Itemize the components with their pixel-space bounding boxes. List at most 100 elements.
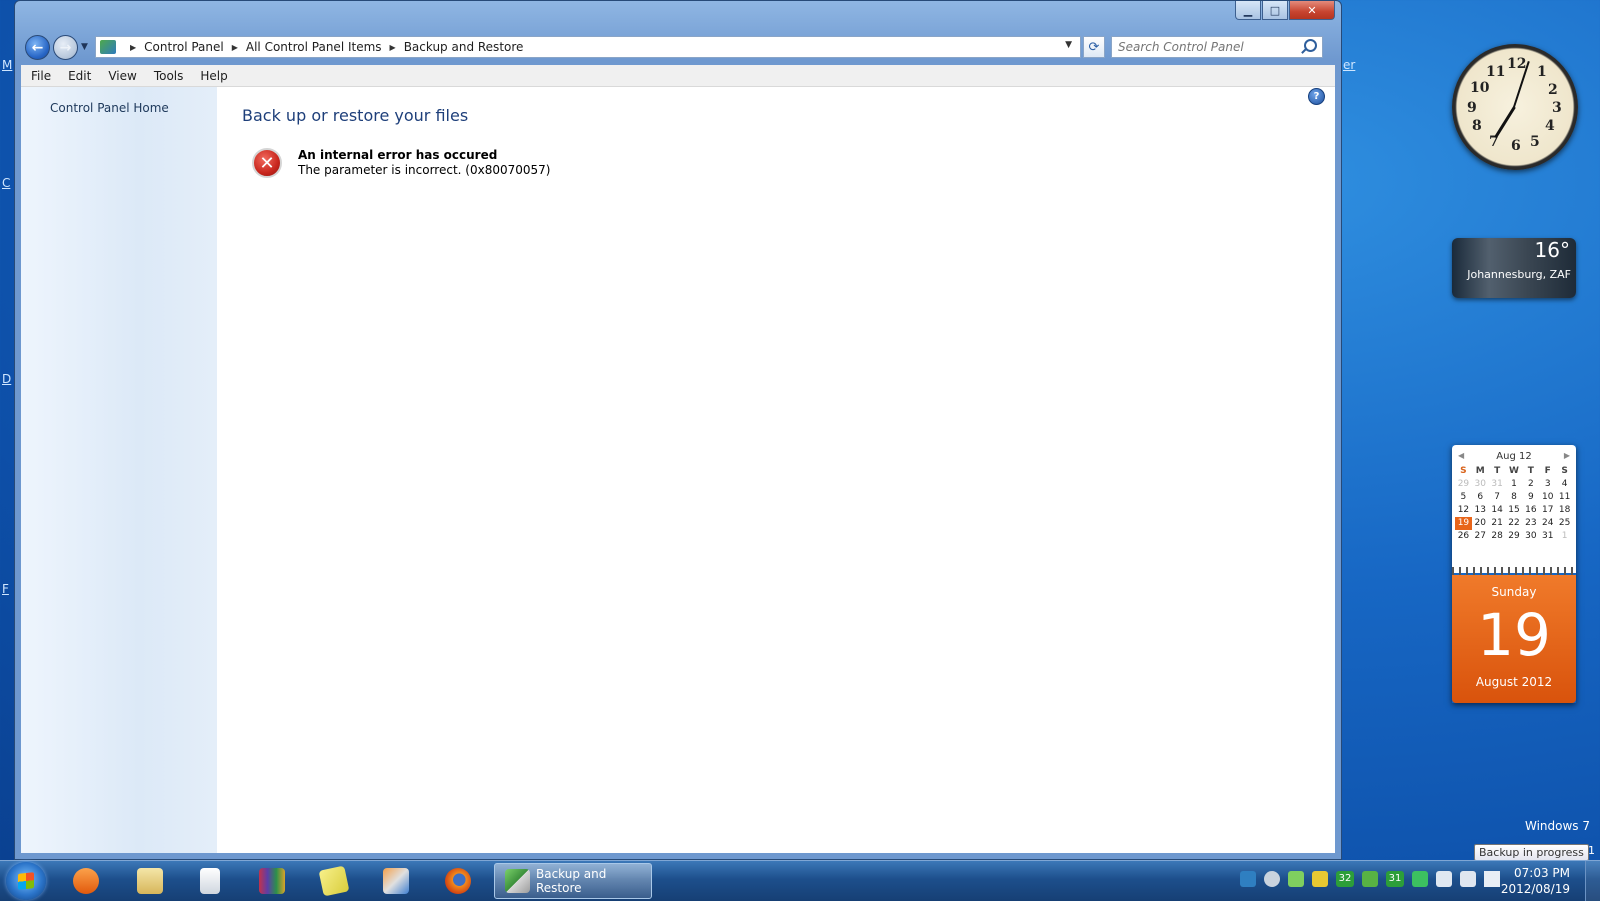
backup-tray-icon[interactable] [1288, 871, 1304, 887]
calendar-grid: S M T W T F S 29 30 31 1 2 3 4 5 6 7 8 9 10 11 12 13 14 15 16 17 18… [1455, 465, 1573, 543]
search-input[interactable] [1112, 37, 1304, 57]
media-player-icon [73, 868, 99, 894]
calendar-day-cell[interactable]: 18 [1556, 504, 1573, 517]
calendar-day-cell[interactable]: 16 [1522, 504, 1539, 517]
calendar-gadget[interactable]: ◀ Aug 12 ▶ S M T W T F S 29 30 31 1 2 3 4 5 6 7 8 9 10 11 12 1… [1452, 445, 1576, 703]
calendar-day-cell[interactable]: 29 [1455, 478, 1472, 491]
show-desktop-button[interactable] [1585, 861, 1600, 901]
calendar-next-icon[interactable]: ▶ [1564, 451, 1570, 460]
calendar-day-cell[interactable]: 15 [1506, 504, 1523, 517]
calendar-day-cell[interactable]: 12 [1455, 504, 1472, 517]
weather-gadget[interactable]: 16° Johannesburg, ZAF [1452, 238, 1576, 298]
disc-tray-icon[interactable] [1264, 871, 1280, 887]
desktop-icon-fragment[interactable]: F [2, 582, 9, 596]
calendar-day-cell[interactable]: 11 [1556, 491, 1573, 504]
breadcrumb-backup-restore[interactable]: Backup and Restore [404, 40, 524, 54]
search-icon[interactable] [1304, 39, 1317, 52]
network-tray-icon[interactable] [1240, 871, 1256, 887]
desktop-icon-fragment[interactable]: er [1343, 58, 1355, 72]
breadcrumb-separator-icon[interactable]: ▶ [390, 43, 396, 52]
menu-view[interactable]: View [108, 69, 136, 83]
taskbar-explorer[interactable] [126, 864, 174, 898]
taskbar-sticky-notes[interactable] [310, 864, 358, 898]
calendar-day-cell[interactable]: 21 [1489, 517, 1506, 530]
calendar-day-number: 19 [1477, 601, 1551, 669]
calendar-day-cell[interactable]: 4 [1556, 478, 1573, 491]
calendar-day-cell[interactable]: 23 [1522, 517, 1539, 530]
calendar-day-cell[interactable]: 6 [1472, 491, 1489, 504]
calendar-day-cell[interactable]: 9 [1522, 491, 1539, 504]
desktop-icon-fragment[interactable]: C [2, 176, 10, 190]
desktop-icon-fragment[interactable]: D [2, 372, 11, 386]
calendar-day-cell[interactable]: 24 [1539, 517, 1556, 530]
calendar-day-cell[interactable]: 1 [1556, 530, 1573, 543]
security-tray-icon[interactable] [1312, 871, 1328, 887]
back-button[interactable]: ← [25, 35, 50, 60]
help-icon[interactable]: ? [1308, 88, 1325, 105]
address-dropdown-icon[interactable]: ▼ [1065, 40, 1072, 50]
calendar-day-cell[interactable]: 8 [1506, 491, 1523, 504]
calendar-day-cell[interactable]: 2 [1522, 478, 1539, 491]
breadcrumb-all-items[interactable]: All Control Panel Items [246, 40, 382, 54]
calendar-day-cell[interactable]: 19 [1455, 517, 1472, 530]
taskbar-clock[interactable]: 07:03 PM 2012/08/19 [1501, 865, 1570, 897]
calendar-day-cell[interactable]: 30 [1522, 530, 1539, 543]
calendar-day-cell[interactable]: 31 [1539, 530, 1556, 543]
monitor-tray-icon[interactable] [1436, 871, 1452, 887]
clock-number: 11 [1486, 64, 1506, 80]
calendar-day-cell[interactable]: 22 [1506, 517, 1523, 530]
calendar-day-cell[interactable]: 28 [1489, 530, 1506, 543]
clock-hour-hand [1494, 106, 1516, 139]
calendar-day-cell[interactable]: 30 [1472, 478, 1489, 491]
taskbar-solitaire[interactable] [186, 864, 234, 898]
clock-gadget[interactable]: 12 1 2 3 4 5 6 7 8 9 10 11 [1452, 44, 1578, 170]
calendar-day-cell[interactable]: 25 [1556, 517, 1573, 530]
calendar-day-cell[interactable]: 20 [1472, 517, 1489, 530]
maximize-button[interactable]: □ [1262, 1, 1288, 20]
search-box[interactable] [1111, 36, 1323, 58]
calendar-day-cell[interactable]: 3 [1539, 478, 1556, 491]
taskbar-backup-restore[interactable]: Backup and Restore [494, 863, 652, 899]
minimize-button[interactable]: ▁ [1235, 1, 1261, 20]
breadcrumb-separator-icon[interactable]: ▶ [130, 43, 136, 52]
volume-icon[interactable] [1484, 871, 1500, 887]
menu-tools[interactable]: Tools [154, 69, 184, 83]
calendar-day-cell[interactable]: 13 [1472, 504, 1489, 517]
sync-tray-icon[interactable] [1362, 871, 1378, 887]
calendar-day-cell[interactable]: 5 [1455, 491, 1472, 504]
close-button[interactable]: ✕ [1289, 1, 1335, 20]
desktop-icon-fragment[interactable]: M [2, 58, 12, 72]
taskbar-firefox[interactable] [434, 864, 482, 898]
menu-file[interactable]: File [31, 69, 51, 83]
backup-restore-icon [505, 869, 530, 893]
tray-number-icon[interactable]: 32 [1336, 871, 1354, 887]
control-panel-home-link[interactable]: Control Panel Home [50, 101, 169, 115]
back-arrow-icon: ← [31, 39, 44, 56]
menu-help[interactable]: Help [200, 69, 227, 83]
calendar-day-cell[interactable]: 7 [1489, 491, 1506, 504]
calendar-day-cell[interactable]: 1 [1506, 478, 1523, 491]
taskbar-paint[interactable] [372, 864, 420, 898]
recent-pages-dropdown-icon[interactable]: ▼ [81, 42, 88, 52]
forward-button[interactable]: → [53, 35, 78, 60]
breadcrumb-control-panel[interactable]: Control Panel [144, 40, 224, 54]
calendar-day-cell[interactable]: 26 [1455, 530, 1472, 543]
chat-tray-icon[interactable] [1412, 871, 1428, 887]
address-bar[interactable]: ▶ Control Panel ▶ All Control Panel Item… [95, 36, 1081, 58]
refresh-button[interactable]: ⟳ [1083, 36, 1105, 58]
taskbar-archiver[interactable] [248, 864, 296, 898]
breadcrumb-separator-icon[interactable]: ▶ [232, 43, 238, 52]
calendar-day-cell[interactable]: 10 [1539, 491, 1556, 504]
taskbar-media-player[interactable] [62, 864, 110, 898]
calendar-day-cell[interactable]: 27 [1472, 530, 1489, 543]
windows-watermark: Windows 7 [1524, 819, 1590, 833]
weather-temperature: 16° [1534, 238, 1570, 262]
calendar-day-cell[interactable]: 17 [1539, 504, 1556, 517]
start-button[interactable] [6, 862, 46, 900]
calendar-day-cell[interactable]: 31 [1489, 478, 1506, 491]
tray-number-icon[interactable]: 31 [1386, 871, 1404, 887]
calendar-day-cell[interactable]: 14 [1489, 504, 1506, 517]
calendar-day-cell[interactable]: 29 [1506, 530, 1523, 543]
action-center-flag-icon[interactable] [1460, 871, 1476, 887]
menu-edit[interactable]: Edit [68, 69, 91, 83]
